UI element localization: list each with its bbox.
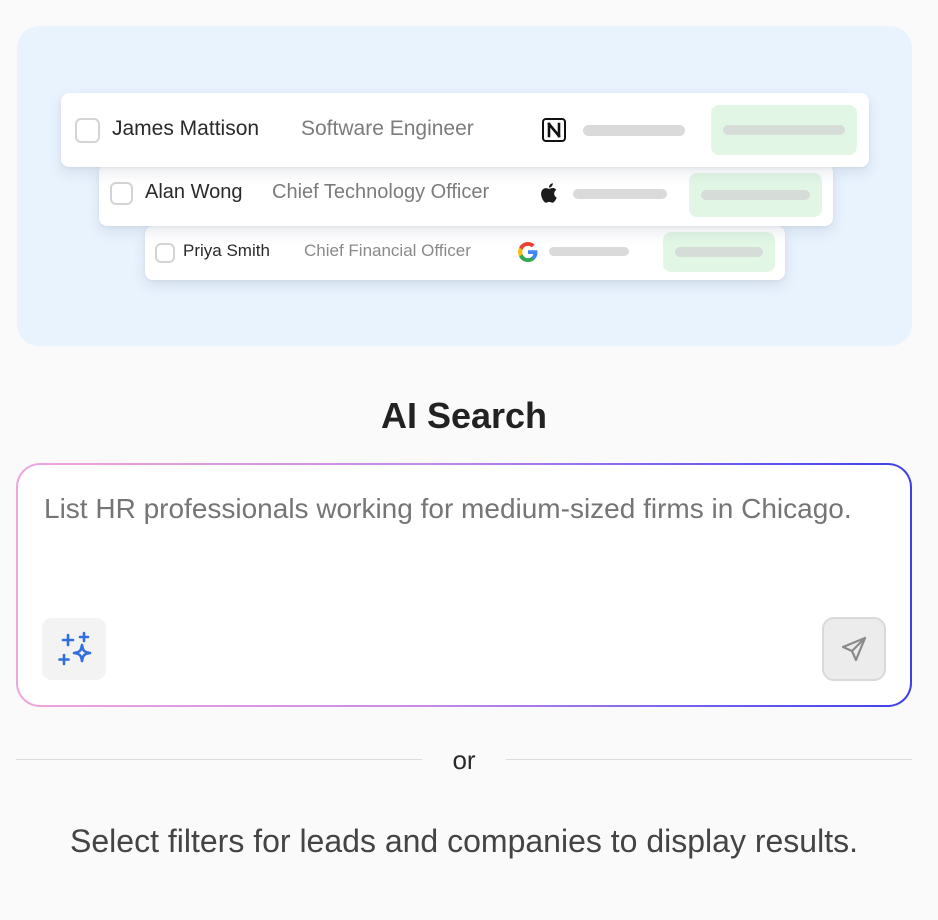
lead-title: Software Engineer	[301, 117, 474, 140]
divider-label: or	[452, 745, 476, 775]
lead-name: Priya Smith	[183, 241, 270, 260]
placeholder-bar	[549, 247, 629, 256]
lead-card: Alan Wong Chief Technology Officer	[99, 164, 833, 226]
divider-line-left	[16, 759, 422, 760]
page-title: AI Search	[380, 395, 548, 436]
lead-card: James Mattison Software Engineer	[61, 93, 869, 167]
ai-search-box	[16, 463, 912, 707]
notion-icon	[541, 117, 567, 143]
sparkle-button[interactable]	[42, 618, 106, 680]
status-chip	[663, 232, 775, 272]
ai-search-input[interactable]	[44, 493, 894, 525]
google-icon	[517, 241, 539, 263]
lead-name: Alan Wong	[145, 181, 243, 203]
divider-line-right	[506, 759, 912, 760]
lead-title: Chief Financial Officer	[304, 241, 471, 260]
placeholder-bar	[573, 189, 667, 199]
status-chip	[689, 173, 822, 217]
lead-checkbox	[75, 118, 100, 143]
sparkle-icon	[58, 631, 92, 666]
ai-search-inner	[18, 465, 910, 705]
send-button[interactable]	[822, 617, 886, 681]
lead-title: Chief Technology Officer	[272, 181, 490, 203]
page: James Mattison Software Engineer Alan Wo…	[0, 0, 938, 920]
lead-checkbox	[110, 182, 133, 205]
status-chip	[711, 105, 857, 155]
placeholder-bar	[583, 125, 685, 136]
leads-illustration: James Mattison Software Engineer Alan Wo…	[17, 26, 912, 346]
empty-state-hint: Select filters for leads and companies t…	[70, 823, 858, 859]
lead-checkbox	[155, 243, 175, 263]
apple-icon	[539, 181, 561, 205]
lead-card: Priya Smith Chief Financial Officer	[145, 226, 785, 280]
lead-name: James Mattison	[112, 117, 260, 140]
send-icon	[841, 636, 867, 662]
